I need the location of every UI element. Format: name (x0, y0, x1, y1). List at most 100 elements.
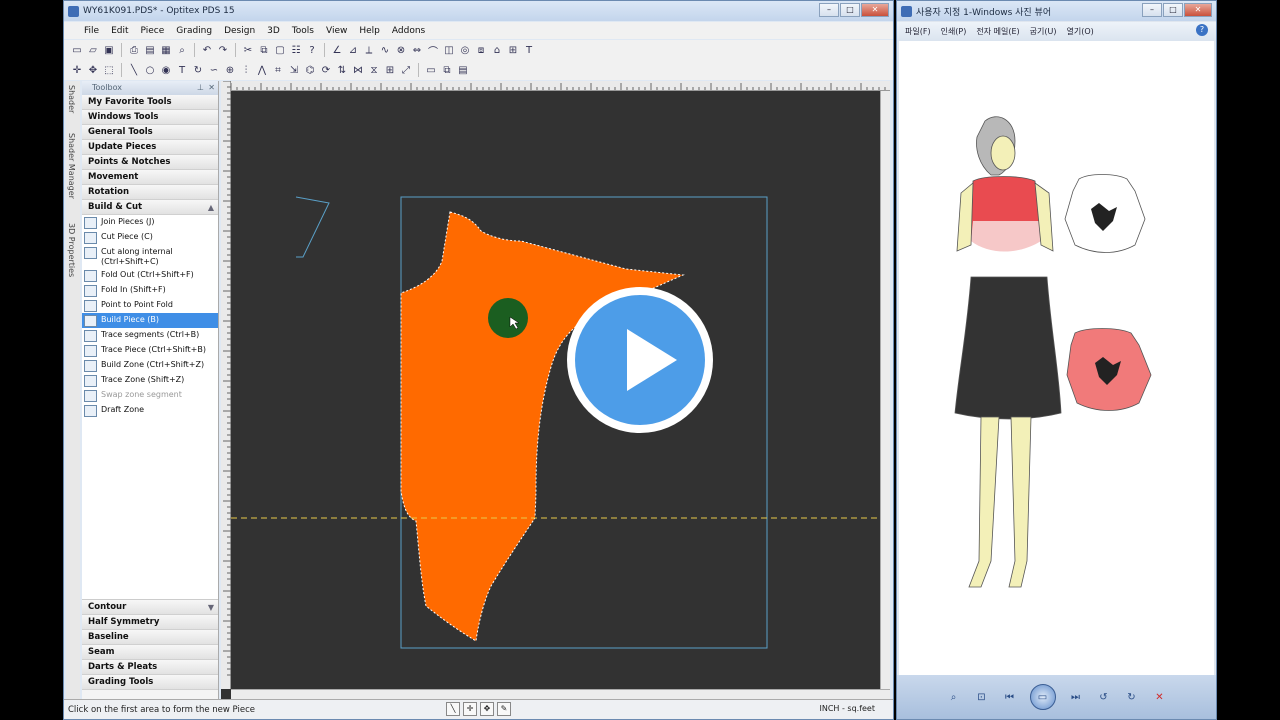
viewer-menu-open[interactable]: 열기(O) (1066, 26, 1093, 37)
category-points-notches[interactable]: Points & Notches (82, 155, 218, 170)
viewer-menu-burn[interactable]: 굽기(U) (1030, 26, 1057, 37)
category-baseline[interactable]: Baseline (82, 630, 218, 645)
viewer-menu-file[interactable]: 파일(F) (905, 26, 931, 37)
rotate-left-icon[interactable]: ↺ (1096, 689, 1112, 705)
tool-join-pieces[interactable]: Join Pieces (J) (82, 215, 218, 230)
menu-addons[interactable]: Addons (386, 26, 431, 36)
snap-move-icon[interactable]: ✥ (480, 702, 494, 716)
copy-piece-icon[interactable]: ⧉ (440, 63, 454, 77)
close-button[interactable]: ✕ (861, 3, 889, 17)
document-icon[interactable]: ▭ (424, 63, 438, 77)
category-my-favorite-tools[interactable]: My Favorite Tools (82, 95, 218, 110)
optitex-titlebar[interactable]: WY61K091.PDS* - Optitex PDS 15 – □ ✕ (64, 1, 893, 21)
info-icon[interactable]: ? (305, 43, 319, 57)
rotate-right-icon[interactable]: ↻ (1124, 689, 1140, 705)
drill-icon[interactable]: ⊕ (223, 63, 237, 77)
marker-icon[interactable]: ◎ (458, 43, 472, 57)
new-icon[interactable]: ▭ (70, 43, 84, 57)
redo-icon[interactable]: ↷ (216, 43, 230, 57)
viewer-menu-email[interactable]: 전자 메일(E) (976, 26, 1019, 37)
tool-cut-piece[interactable]: Cut Piece (C) (82, 230, 218, 245)
vertical-scrollbar[interactable] (880, 91, 890, 689)
menu-view[interactable]: View (320, 26, 353, 36)
text-tool-icon[interactable]: T (522, 43, 536, 57)
menu-design[interactable]: Design (218, 26, 261, 36)
undo-icon[interactable]: ↶ (200, 43, 214, 57)
help-icon[interactable]: ? (1196, 24, 1208, 36)
menu-file[interactable]: File (78, 26, 105, 36)
pattern-icon[interactable]: ⊗ (394, 43, 408, 57)
flip-icon[interactable]: ⇅ (335, 63, 349, 77)
category-darts-pleats[interactable]: Darts & Pleats (82, 660, 218, 675)
print-icon[interactable]: ⎙ (127, 43, 141, 57)
snap-line-icon[interactable]: ╲ (446, 702, 460, 716)
select-icon[interactable]: ⬚ (102, 63, 116, 77)
viewer-titlebar[interactable]: 사용자 지정 1-Windows 사진 뷰어 – □ ✕ (897, 1, 1216, 21)
export-icon[interactable]: ▦ (159, 43, 173, 57)
plot-icon[interactable]: ▤ (143, 43, 157, 57)
close-button[interactable]: ✕ (1184, 3, 1212, 17)
minimize-button[interactable]: – (1142, 3, 1162, 17)
snap-cross-icon[interactable]: ✛ (463, 702, 477, 716)
tool-trace-segments[interactable]: Trace segments (Ctrl+B) (82, 328, 218, 343)
pattern-canvas[interactable] (221, 81, 890, 699)
menu-help[interactable]: Help (353, 26, 386, 36)
category-rotation[interactable]: Rotation (82, 185, 218, 200)
category-half-symmetry[interactable]: Half Symmetry (82, 615, 218, 630)
delete-icon[interactable]: ✕ (1152, 689, 1168, 705)
close-icon[interactable]: ✕ (208, 81, 215, 95)
menu-edit[interactable]: Edit (105, 26, 134, 36)
pleat-icon[interactable]: ⫶ (239, 63, 253, 77)
category-movement[interactable]: Movement (82, 170, 218, 185)
tool-draft-zone[interactable]: Draft Zone (82, 403, 218, 418)
move-point-icon[interactable]: ✥ (86, 63, 100, 77)
rotate-icon[interactable]: ↻ (191, 63, 205, 77)
open-icon[interactable]: ▱ (86, 43, 100, 57)
tab-shader[interactable]: Shader (67, 85, 76, 113)
angle-icon[interactable]: ∠ (330, 43, 344, 57)
button-icon[interactable]: ◉ (159, 63, 173, 77)
properties-icon[interactable]: ☷ (289, 43, 303, 57)
snap-draft-icon[interactable]: ✎ (497, 702, 511, 716)
category-windows-tools[interactable]: Windows Tools (82, 110, 218, 125)
fold-icon[interactable]: ⌂ (490, 43, 504, 57)
menu-tools[interactable]: Tools (286, 26, 320, 36)
chevron-up-icon[interactable]: ▲ (208, 200, 214, 215)
zoom-icon[interactable]: ⌕ (175, 43, 189, 57)
report-icon[interactable]: ▤ (456, 63, 470, 77)
chevron-down-icon[interactable]: ▼ (208, 600, 214, 615)
tool-point-to-point-fold[interactable]: Point to Point Fold (82, 298, 218, 313)
grade-icon[interactable]: ⊞ (506, 43, 520, 57)
dart-icon[interactable]: ⋀ (255, 63, 269, 77)
pin-icon[interactable]: ⊥ (197, 81, 204, 95)
category-contour[interactable]: Contour ▼ (82, 600, 218, 615)
menu-piece[interactable]: Piece (135, 26, 171, 36)
minimize-button[interactable]: – (819, 3, 839, 17)
viewer-menu-print[interactable]: 인쇄(P) (941, 26, 967, 37)
maximize-button[interactable]: □ (1163, 3, 1183, 17)
match-icon[interactable]: ⧖ (367, 63, 381, 77)
tool-build-zone[interactable]: Build Zone (Ctrl+Shift+Z) (82, 358, 218, 373)
next-icon[interactable]: ⏭ (1068, 689, 1084, 705)
curve-icon[interactable]: ∿ (378, 43, 392, 57)
seam-icon[interactable]: ⌗ (271, 63, 285, 77)
menu-3d[interactable]: 3D (261, 26, 286, 36)
category-update-pieces[interactable]: Update Pieces (82, 140, 218, 155)
offset-icon[interactable]: ⇲ (287, 63, 301, 77)
ruler-icon[interactable]: ⟂ (362, 43, 376, 57)
tab-3d-properties[interactable]: 3D Properties (67, 223, 76, 277)
menu-grading[interactable]: Grading (170, 26, 218, 36)
rotate-piece-icon[interactable]: ⟳ (319, 63, 333, 77)
add-point-icon[interactable]: ✛ (70, 63, 84, 77)
mirror-icon[interactable]: ⇔ (410, 43, 424, 57)
layers-icon[interactable]: ⧈ (474, 43, 488, 57)
category-seam[interactable]: Seam (82, 645, 218, 660)
zoom-icon[interactable]: ⌕ (946, 689, 962, 705)
trace-icon[interactable]: ⌬ (303, 63, 317, 77)
tool-fold-in[interactable]: Fold In (Shift+F) (82, 283, 218, 298)
circle-icon[interactable]: ○ (143, 63, 157, 77)
tool-trace-piece[interactable]: Trace Piece (Ctrl+Shift+B) (82, 343, 218, 358)
save-icon[interactable]: ▣ (102, 43, 116, 57)
line-icon[interactable]: ╲ (127, 63, 141, 77)
copy-icon[interactable]: ⧉ (257, 43, 271, 57)
